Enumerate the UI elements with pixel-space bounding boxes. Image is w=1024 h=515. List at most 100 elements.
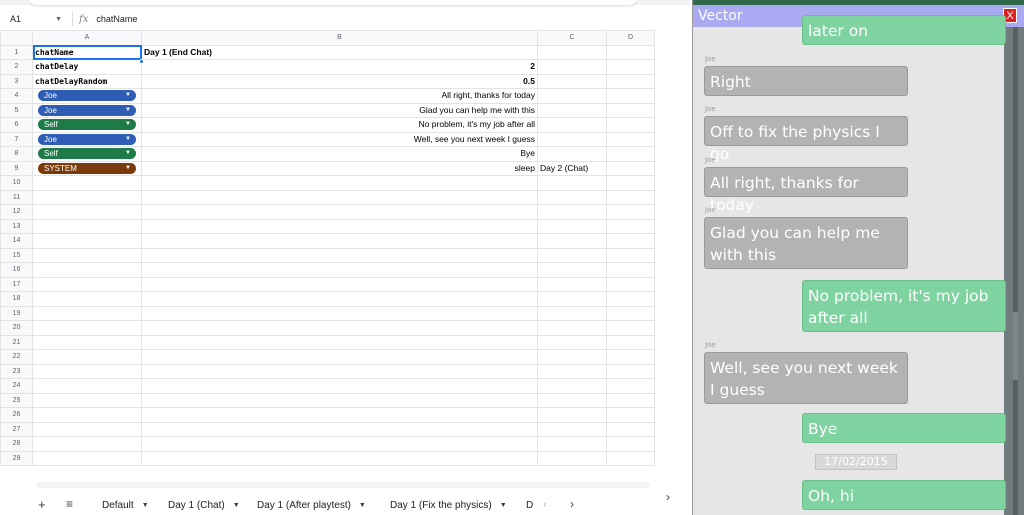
cell[interactable] <box>606 189 655 205</box>
row-header[interactable]: 29 <box>0 450 33 466</box>
row-header[interactable]: 10 <box>0 175 33 191</box>
cell-a[interactable]: Joe ▼ <box>32 102 142 118</box>
tab-day1-after-playtest[interactable]: Day 1 (After playtest) ▼ <box>257 500 366 511</box>
row-header[interactable]: 5 <box>0 102 33 118</box>
cell[interactable] <box>606 407 655 423</box>
column-header-c[interactable]: C <box>537 30 607 46</box>
cell[interactable] <box>32 378 142 394</box>
cell[interactable] <box>537 262 607 278</box>
cell[interactable] <box>32 407 142 423</box>
cell[interactable] <box>141 363 538 379</box>
cell[interactable] <box>537 349 607 365</box>
cell-b[interactable]: All right, thanks for today <box>141 88 538 104</box>
row-header[interactable]: 8 <box>0 146 33 162</box>
horizontal-scrollbar[interactable] <box>36 482 650 488</box>
cell[interactable] <box>537 247 607 263</box>
cell[interactable] <box>141 334 538 350</box>
tab-default[interactable]: Default ▼ <box>102 500 149 511</box>
chevron-left-icon[interactable]: ‹ <box>543 497 547 511</box>
cell[interactable] <box>141 349 538 365</box>
row-header[interactable]: 15 <box>0 247 33 263</box>
cell[interactable] <box>537 421 607 437</box>
cell[interactable] <box>606 291 655 307</box>
selection-fill-handle[interactable] <box>139 59 144 64</box>
cell[interactable] <box>32 204 142 220</box>
cell[interactable] <box>32 247 142 263</box>
dropdown-chip[interactable]: Joe ▼ <box>38 104 136 116</box>
cell[interactable] <box>537 436 607 452</box>
name-box[interactable]: A1 ▼ <box>0 10 70 28</box>
cell-d[interactable] <box>606 146 655 162</box>
cell[interactable] <box>606 204 655 220</box>
cell-c[interactable] <box>537 102 607 118</box>
cell[interactable] <box>537 363 607 379</box>
row-header[interactable]: 25 <box>0 392 33 408</box>
cell[interactable] <box>537 450 607 466</box>
row-header[interactable]: 14 <box>0 233 33 249</box>
dropdown-chip[interactable]: Self ▼ <box>38 119 136 131</box>
cell-b[interactable]: Well, see you next week I guess <box>141 131 538 147</box>
cell-b[interactable]: sleep <box>141 160 538 176</box>
tab-truncated[interactable]: D <box>526 500 533 511</box>
cell[interactable] <box>537 334 607 350</box>
row-header[interactable]: 27 <box>0 421 33 437</box>
cell[interactable] <box>141 392 538 408</box>
cell[interactable] <box>537 204 607 220</box>
cell[interactable] <box>141 305 538 321</box>
cell[interactable] <box>537 407 607 423</box>
add-sheet-button[interactable]: + <box>38 497 46 512</box>
row-header[interactable]: 22 <box>0 349 33 365</box>
cell-c[interactable] <box>537 44 607 60</box>
cell[interactable] <box>32 436 142 452</box>
cell[interactable] <box>606 392 655 408</box>
cell[interactable] <box>537 189 607 205</box>
cell-c[interactable] <box>537 88 607 104</box>
cell[interactable] <box>537 233 607 249</box>
dropdown-chip[interactable]: Joe ▼ <box>38 133 136 145</box>
cell-d[interactable] <box>606 117 655 133</box>
cell[interactable] <box>537 218 607 234</box>
row-header[interactable]: 9 <box>0 160 33 176</box>
cell[interactable] <box>141 262 538 278</box>
row-header[interactable]: 3 <box>0 73 33 89</box>
cell-c[interactable] <box>537 59 607 75</box>
cell[interactable] <box>32 189 142 205</box>
cell-c[interactable] <box>537 73 607 89</box>
all-sheets-menu-icon[interactable]: ≡ <box>66 497 73 511</box>
cell[interactable] <box>32 334 142 350</box>
row-header[interactable]: 1 <box>0 44 33 60</box>
cell-a[interactable]: chatName <box>32 44 142 60</box>
cell[interactable] <box>141 189 538 205</box>
cell[interactable] <box>606 233 655 249</box>
cell[interactable] <box>606 450 655 466</box>
row-header[interactable]: 28 <box>0 436 33 452</box>
cell[interactable] <box>141 233 538 249</box>
cell[interactable] <box>32 363 142 379</box>
cell[interactable] <box>606 436 655 452</box>
cell-d[interactable] <box>606 102 655 118</box>
row-header[interactable]: 24 <box>0 378 33 394</box>
cell[interactable] <box>606 247 655 263</box>
row-header[interactable]: 23 <box>0 363 33 379</box>
cell-b[interactable]: No problem, it's my job after all <box>141 117 538 133</box>
cell[interactable] <box>32 450 142 466</box>
row-header[interactable]: 20 <box>0 320 33 336</box>
cell[interactable] <box>141 436 538 452</box>
cell[interactable] <box>141 320 538 336</box>
dropdown-chip[interactable]: SYSTEM ▼ <box>38 162 136 174</box>
cell-c[interactable] <box>537 131 607 147</box>
cell-a[interactable]: Self ▼ <box>32 117 142 133</box>
cell[interactable] <box>141 421 538 437</box>
cell[interactable] <box>537 320 607 336</box>
row-header[interactable]: 16 <box>0 262 33 278</box>
cell[interactable] <box>141 204 538 220</box>
row-header[interactable]: 19 <box>0 305 33 321</box>
cell[interactable] <box>141 247 538 263</box>
cell-a[interactable]: chatDelay <box>32 59 142 75</box>
tab-day1-chat[interactable]: Day 1 (Chat) ▼ <box>168 500 240 511</box>
cell[interactable] <box>141 218 538 234</box>
cell[interactable] <box>606 262 655 278</box>
column-header-a[interactable]: A <box>32 30 142 46</box>
cell[interactable] <box>141 276 538 292</box>
cell[interactable] <box>606 334 655 350</box>
